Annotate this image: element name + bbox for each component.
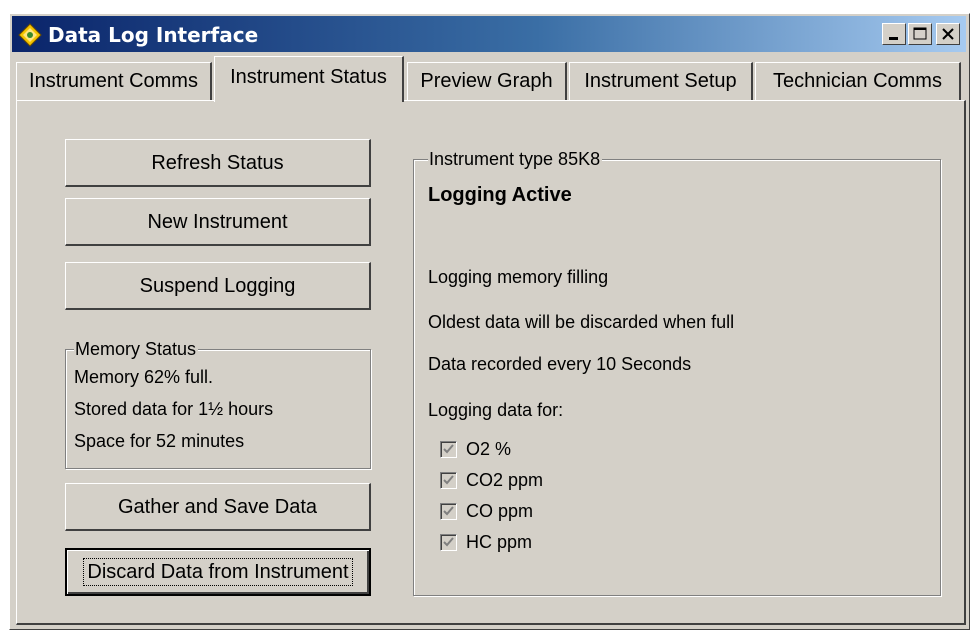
memory-filling-text: Logging memory filling [428, 267, 609, 287]
stored-duration-text: Stored data for 1½ hours [74, 399, 274, 419]
memory-status-group: Memory Status Memory 62% full. Stored da… [65, 339, 371, 469]
tab-instrument-comms[interactable]: Instrument Comms [16, 62, 212, 100]
checkbox[interactable] [440, 503, 457, 520]
space-remaining-text: Space for 52 minutes [74, 431, 245, 451]
memory-percent-text: Memory 62% full. [74, 367, 214, 387]
discard-data-button[interactable]: Discard Data from Instrument [65, 548, 371, 596]
tab-instrument-setup[interactable]: Instrument Setup [569, 62, 753, 100]
tab-label: Technician Comms [773, 70, 942, 92]
instrument-status-panel: Refresh Status New Instrument Suspend Lo… [16, 100, 966, 625]
checkmark-icon [443, 475, 454, 485]
instrument-info-group: Instrument type 85K8 Logging Active Logg… [413, 149, 941, 596]
tab-preview-graph[interactable]: Preview Graph [407, 62, 567, 100]
discard-data-label: Discard Data from Instrument [83, 558, 353, 586]
channel-label: HC ppm [466, 532, 533, 552]
instrument-type-legend: Instrument type 85K8 [428, 149, 603, 169]
channel-label: O2 % [466, 439, 512, 459]
logging-status-text: Logging Active [428, 184, 572, 206]
tab-label: Instrument Status [230, 66, 387, 88]
close-icon [942, 28, 954, 40]
suspend-logging-button[interactable]: Suspend Logging [65, 262, 371, 310]
tab-label: Instrument Comms [29, 70, 198, 92]
maximize-button[interactable] [908, 23, 932, 45]
logging-for-label: Logging data for: [428, 400, 564, 420]
refresh-status-button[interactable]: Refresh Status [65, 139, 371, 187]
tab-label: Instrument Setup [584, 70, 737, 92]
tab-label: Preview Graph [420, 70, 553, 92]
discard-policy-text: Oldest data will be discarded when full [428, 312, 735, 332]
record-interval-text: Data recorded every 10 Seconds [428, 354, 692, 374]
checkbox[interactable] [440, 472, 457, 489]
checkmark-icon [443, 537, 454, 547]
tab-technician-comms[interactable]: Technician Comms [755, 62, 961, 100]
minimize-icon [889, 37, 898, 40]
gather-save-data-button[interactable]: Gather and Save Data [65, 483, 371, 531]
channel-label: CO ppm [466, 501, 534, 521]
minimize-button[interactable] [882, 23, 906, 45]
checkmark-icon [443, 506, 454, 516]
maximize-icon [913, 27, 927, 40]
tab-instrument-status[interactable]: Instrument Status [214, 56, 404, 102]
close-button[interactable] [936, 23, 960, 45]
window-title: Data Log Interface [48, 23, 259, 47]
app-window: Data Log Interface Instrument Comms Inst… [9, 13, 970, 630]
checkmark-icon [443, 444, 454, 454]
memory-status-legend: Memory Status [74, 339, 199, 359]
checkbox[interactable] [440, 534, 457, 551]
new-instrument-button[interactable]: New Instrument [65, 198, 371, 246]
title-bar[interactable]: Data Log Interface [12, 16, 966, 52]
checkbox[interactable] [440, 441, 457, 458]
channel-label: CO2 ppm [466, 470, 544, 490]
diamond-app-icon [18, 23, 42, 47]
